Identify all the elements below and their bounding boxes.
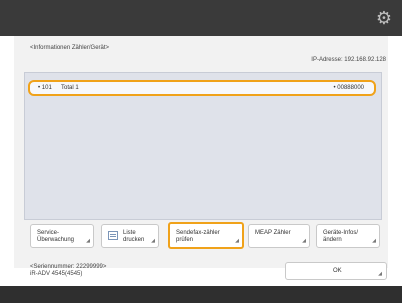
ip-address: IP-Adresse: 192.168.92.128 — [311, 57, 386, 63]
corner-icon: ◢ — [86, 238, 90, 244]
corner-icon: ◢ — [235, 238, 239, 244]
fax-counter-check-button[interactable]: Sendefax-zähler prüfen ◢ — [168, 222, 244, 249]
model-number: iR-ADV 4545(4545) — [30, 271, 83, 277]
radio-bullet-icon: • — [38, 85, 41, 91]
corner-icon: ◢ — [151, 238, 155, 244]
corner-icon: ◢ — [378, 271, 382, 277]
page-title: <Informationen Zähler/Gerät> — [30, 45, 110, 51]
bottom-bar — [0, 286, 402, 303]
counter-row[interactable]: • 101 Total 1 • 00888000 — [28, 80, 376, 96]
counter-value: • 00888000 — [333, 85, 364, 91]
corner-icon: ◢ — [302, 238, 306, 244]
service-monitoring-button[interactable]: Service-Überwachung ◢ — [30, 224, 94, 248]
corner-icon: ◢ — [372, 238, 376, 244]
serial-number: <Seriennummer: 22299999> — [30, 264, 107, 270]
gear-icon[interactable]: ⚙ — [374, 8, 394, 28]
device-info-change-button[interactable]: Geräte-Infos/ ändern ◢ — [316, 224, 380, 248]
serial-info: <Seriennummer: 22299999> iR-ADV 4545(454… — [30, 264, 106, 278]
counter-label: • 101 Total 1 — [38, 85, 79, 91]
meap-counter-button[interactable]: MEAP Zähler ◢ — [248, 224, 310, 248]
value-bullet-icon: • — [333, 85, 336, 91]
ok-button[interactable]: OK ◢ — [285, 262, 387, 280]
top-bar: ⚙ — [0, 0, 402, 36]
print-list-button[interactable]: Liste drucken ◢ — [101, 224, 159, 248]
list-icon — [108, 231, 118, 240]
